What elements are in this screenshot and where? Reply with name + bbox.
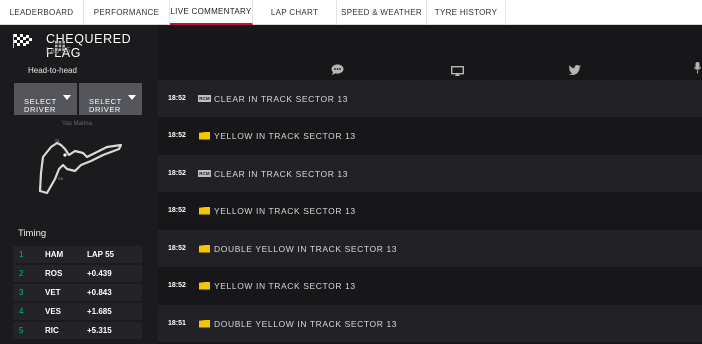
yellow-flag-icon (198, 319, 211, 328)
chevron-down-icon (128, 95, 136, 100)
timing-gap: LAP 55 (87, 250, 114, 259)
select-driver-2-button[interactable]: SELECT DRIVER (79, 83, 142, 115)
timing-row[interactable]: 1 HAM LAP 55 (13, 246, 142, 263)
yellow-flag-icon (198, 244, 211, 253)
tab-lap-chart[interactable]: LAP CHART (253, 0, 337, 25)
tab-tyre-history[interactable]: TYRE HISTORY (427, 0, 506, 25)
commentary-time: 18:52 (168, 170, 186, 177)
yellow-flag-icon (198, 206, 211, 215)
timing-driver: ROS (45, 269, 63, 278)
commentary-item: 18:51 DOUBLE YELLOW IN TRACK SECTOR 13 (158, 305, 702, 342)
timing-position: 3 (19, 288, 24, 297)
tab-leaderboard[interactable]: LEADERBOARD (0, 0, 84, 25)
yellow-flag-icon (198, 281, 211, 290)
head-to-head-heading: Head-to-head (28, 66, 77, 75)
commentary-item: 18:52 YELLOW IN TRACK SECTOR 13 (158, 192, 702, 229)
commentary-panel: 18:52 RCM CLEAR IN TRACK SECTOR 13 18:52… (55, 25, 702, 344)
chevron-down-icon (63, 95, 71, 100)
race-control-icon: RCM (198, 94, 211, 103)
yellow-flag-icon (198, 131, 211, 140)
commentary-text: CLEAR IN TRACK SECTOR 13 (214, 93, 349, 104)
timing-driver: VET (45, 288, 61, 297)
commentary-filter-bar (55, 41, 702, 77)
track-marker-s1: S1 (55, 138, 61, 143)
select-driver-1-button[interactable]: SELECT DRIVER (14, 83, 77, 115)
microphone-icon[interactable] (694, 61, 701, 79)
timing-position: 5 (19, 326, 24, 335)
top-navigation: LEADERBOARD PERFORMANCE LIVE COMMENTARY … (0, 0, 702, 25)
commentary-time: 18:51 (168, 320, 186, 327)
rcm-badge: RCM (198, 170, 211, 177)
grid-icon[interactable] (55, 38, 65, 56)
tab-live-commentary[interactable]: LIVE COMMENTARY (170, 0, 253, 25)
rcm-badge: RCM (198, 95, 211, 102)
timing-row[interactable]: 5 RIC +5.315 (13, 322, 142, 339)
timing-position: 2 (19, 269, 24, 278)
timing-gap: +1.685 (87, 307, 112, 316)
commentary-time: 18:52 (168, 95, 186, 102)
race-control-icon: RCM (198, 169, 211, 178)
track-marker-s3: S3 (58, 176, 64, 181)
tab-performance[interactable]: PERFORMANCE (84, 0, 170, 25)
left-panel: CHEQUERED FLAG Lap 55 Head-to-head SELEC… (0, 25, 158, 344)
commentary-item: 18:52 RCM CLEAR IN TRACK SECTOR 13 (158, 80, 702, 117)
timing-row[interactable]: 3 VET +0.843 (13, 284, 142, 301)
tab-speed-weather[interactable]: SPEED & WEATHER (337, 0, 427, 25)
timing-gap: +0.843 (87, 288, 112, 297)
timing-driver: VES (45, 307, 62, 316)
commentary-text: YELLOW IN TRACK SECTOR 13 (214, 280, 356, 291)
timing-row[interactable]: 2 ROS +0.439 (13, 265, 142, 282)
track-map: S1 S3 (35, 135, 125, 202)
commentary-text: CLEAR IN TRACK SECTOR 13 (214, 168, 349, 179)
timing-driver: RIC (45, 326, 59, 335)
commentary-time: 18:52 (168, 282, 186, 289)
select-driver-1-label: SELECT DRIVER (24, 97, 57, 114)
timing-row[interactable]: 4 VES +1.685 (13, 303, 142, 320)
twitter-icon[interactable] (568, 62, 581, 80)
commentary-item: 18:52 DOUBLE YELLOW IN TRACK SECTOR 13 (158, 230, 702, 267)
select-driver-2-label: SELECT DRIVER (89, 97, 122, 114)
timing-gap: +5.315 (87, 326, 112, 335)
commentary-item: 18:52 YELLOW IN TRACK SECTOR 13 (158, 117, 702, 154)
timing-position: 4 (19, 307, 24, 316)
timing-gap: +0.439 (87, 269, 112, 278)
commentary-text: YELLOW IN TRACK SECTOR 13 (214, 205, 356, 216)
timing-position: 1 (19, 250, 24, 259)
commentary-text: YELLOW IN TRACK SECTOR 13 (214, 130, 356, 141)
commentary-time: 18:52 (168, 207, 186, 214)
timing-driver: HAM (45, 250, 64, 259)
timing-heading: Timing (18, 228, 47, 239)
chequered-flag-icon (12, 33, 34, 49)
commentary-time: 18:52 (168, 245, 186, 252)
chat-icon[interactable] (331, 62, 344, 80)
circuit-name: Yas Marina (62, 121, 92, 127)
tv-icon[interactable] (450, 63, 465, 81)
commentary-text: DOUBLE YELLOW IN TRACK SECTOR 13 (214, 318, 398, 329)
commentary-time: 18:52 (168, 132, 186, 139)
commentary-item: 18:52 YELLOW IN TRACK SECTOR 13 (158, 267, 702, 304)
commentary-item: 18:52 RCM CLEAR IN TRACK SECTOR 13 (158, 155, 702, 192)
commentary-text: DOUBLE YELLOW IN TRACK SECTOR 13 (214, 243, 398, 254)
